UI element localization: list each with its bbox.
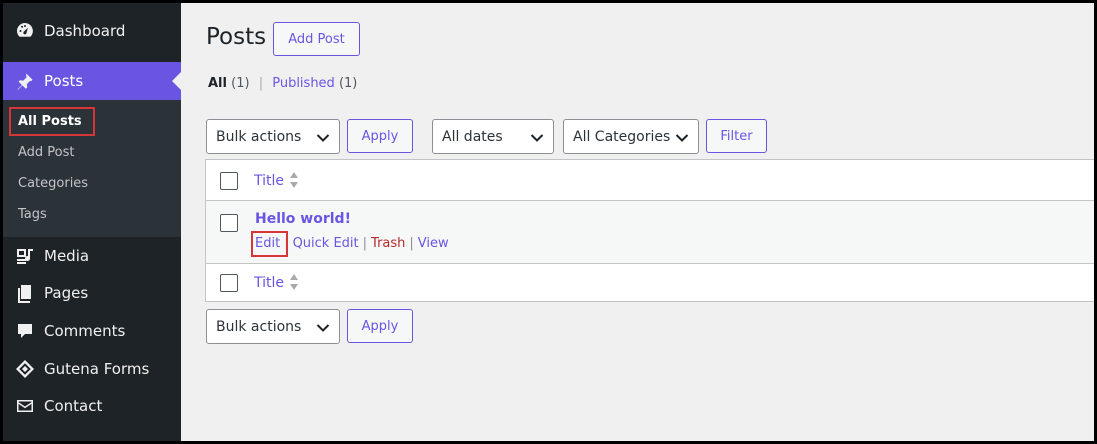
sidebar-item-label: Comments <box>44 322 126 340</box>
table-row: Hello world! Edit | Quick Edit | Trash | View <box>206 201 1094 263</box>
apply-button[interactable]: Apply <box>347 119 413 153</box>
select-all-checkbox[interactable] <box>220 172 238 190</box>
admin-sidebar: Dashboard Posts All Posts Add Post Categ… <box>3 3 181 441</box>
highlight-box <box>9 107 95 136</box>
column-title-header[interactable]: Title <box>254 173 284 189</box>
sidebar-item-media[interactable]: Media <box>3 237 181 275</box>
sidebar-item-pages[interactable]: Pages <box>3 274 181 312</box>
sidebar-item-label: Gutena Forms <box>44 360 150 378</box>
trash-link[interactable]: Trash <box>371 236 405 251</box>
view-all-count: (1) <box>231 76 250 91</box>
view-published-count: (1) <box>338 76 358 91</box>
chevron-down-icon <box>316 321 330 332</box>
quick-edit-link[interactable]: Quick Edit <box>293 236 359 251</box>
view-published[interactable]: Published <box>272 76 335 91</box>
edit-highlight-box <box>251 231 288 257</box>
sidebar-item-label: Dashboard <box>44 22 126 40</box>
submenu-tags[interactable]: Tags <box>18 207 47 222</box>
category-filter-value: All Categories <box>573 128 671 145</box>
sidebar-item-label: Pages <box>44 284 89 302</box>
column-title-footer[interactable]: Title <box>254 275 284 291</box>
sidebar-item-contact[interactable]: Contact <box>3 387 181 425</box>
apply-button-bottom[interactable]: Apply <box>347 309 413 343</box>
post-title-link[interactable]: Hello world! <box>255 211 351 227</box>
dashboard-icon <box>14 20 36 42</box>
select-all-checkbox-footer[interactable] <box>220 274 238 292</box>
sidebar-item-gutena-forms[interactable]: Gutena Forms <box>3 350 181 388</box>
bulk-actions-select-bottom[interactable]: Bulk actions <box>206 309 340 344</box>
date-filter-select[interactable]: All dates <box>432 119 554 154</box>
date-filter-value: All dates <box>442 128 503 145</box>
sort-icon[interactable] <box>289 273 299 291</box>
gutena-icon <box>14 358 36 380</box>
pin-icon <box>14 70 36 92</box>
filter-button[interactable]: Filter <box>706 119 767 153</box>
app-frame: Dashboard Posts All Posts Add Post Categ… <box>3 3 1094 441</box>
sort-icon[interactable] <box>289 171 299 189</box>
view-separator: | <box>258 76 264 91</box>
sidebar-item-posts[interactable]: Posts <box>3 62 181 100</box>
bulk-actions-select[interactable]: Bulk actions <box>206 119 340 154</box>
pages-icon <box>14 282 36 304</box>
view-link[interactable]: View <box>418 236 449 251</box>
sidebar-item-label: Contact <box>44 397 103 415</box>
comment-icon <box>14 320 36 342</box>
category-filter-select[interactable]: All Categories <box>563 119 699 154</box>
sidebar-item-comments[interactable]: Comments <box>3 312 181 350</box>
chevron-down-icon <box>530 131 544 142</box>
row-divider <box>206 263 1094 264</box>
sidebar-item-label: Posts <box>44 72 84 90</box>
chevron-down-icon <box>316 131 330 142</box>
view-filters: All (1) | Published (1) <box>208 76 357 91</box>
view-all[interactable]: All <box>208 76 227 91</box>
bulk-actions-value: Bulk actions <box>216 318 302 335</box>
row-checkbox[interactable] <box>220 214 238 232</box>
media-icon <box>14 245 36 267</box>
sidebar-item-dashboard[interactable]: Dashboard <box>3 12 181 50</box>
submenu-add-post[interactable]: Add Post <box>18 145 75 160</box>
bulk-actions-value: Bulk actions <box>216 128 302 145</box>
sidebar-item-label: Media <box>44 247 90 265</box>
chevron-down-icon <box>675 131 689 142</box>
mail-icon <box>14 395 36 417</box>
posts-table: Title Hello world! Edit | Quick Edit | Trash… <box>205 159 1094 302</box>
page-title: Posts <box>206 24 267 50</box>
add-post-button[interactable]: Add Post <box>273 22 360 56</box>
submenu-categories[interactable]: Categories <box>18 176 88 191</box>
